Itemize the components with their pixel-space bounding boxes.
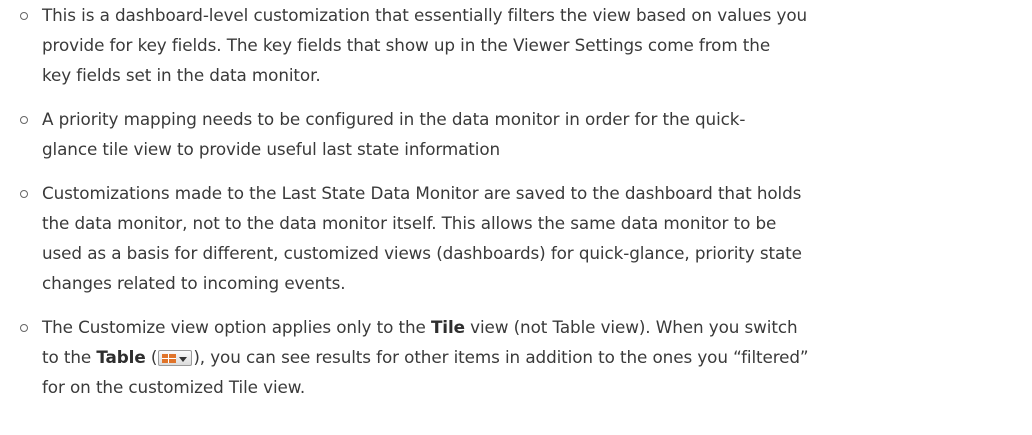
hollow-circle-bullet-icon [20, 190, 28, 198]
text-line: glance tile view to provide useful last … [42, 139, 501, 159]
text-line: the data monitor, not to the data monito… [42, 213, 777, 233]
list-item-text: This is a dashboard-level customization … [42, 0, 1030, 90]
text-line: provide for key fields. The key fields t… [42, 35, 771, 55]
hollow-circle-bullet-icon [20, 324, 28, 332]
text-line: for on the customized Tile view. [42, 377, 306, 397]
list-item-text: The Customize view option applies only t… [42, 312, 1030, 402]
text-line: A priority mapping needs to be configure… [42, 109, 746, 129]
text-line: key fields set in the data monitor. [42, 65, 321, 85]
chevron-down-icon [179, 357, 188, 362]
hollow-circle-bullet-icon [20, 12, 28, 20]
text-line: used as a basis for different, customize… [42, 243, 802, 263]
text-line: changes related to incoming events. [42, 273, 346, 293]
text-line: This is a dashboard-level customization … [42, 5, 808, 25]
table-view-dropdown-icon [158, 350, 193, 366]
text-segment: ), you can see results for other items i… [193, 347, 809, 367]
list-item-text: Customizations made to the Last State Da… [42, 178, 1030, 298]
table-grid-icon [162, 354, 177, 363]
tile-view-label: Tile [430, 317, 465, 337]
table-view-label: Table [96, 347, 146, 367]
text-segment: view (not Table view). When you switch [464, 317, 798, 337]
text-line: to the Table ( ), you can see results for… [42, 342, 1030, 372]
text-line: Customizations made to the Last State Da… [42, 183, 802, 203]
list-item-text: A priority mapping needs to be configure… [42, 104, 1030, 164]
text-segment: ( [145, 347, 158, 367]
text-segment: The Customize view option applies only t… [42, 317, 431, 337]
hollow-circle-bullet-icon [20, 116, 28, 124]
text-line: The Customize view option applies only t… [42, 312, 1030, 342]
text-segment: to the [42, 347, 97, 367]
